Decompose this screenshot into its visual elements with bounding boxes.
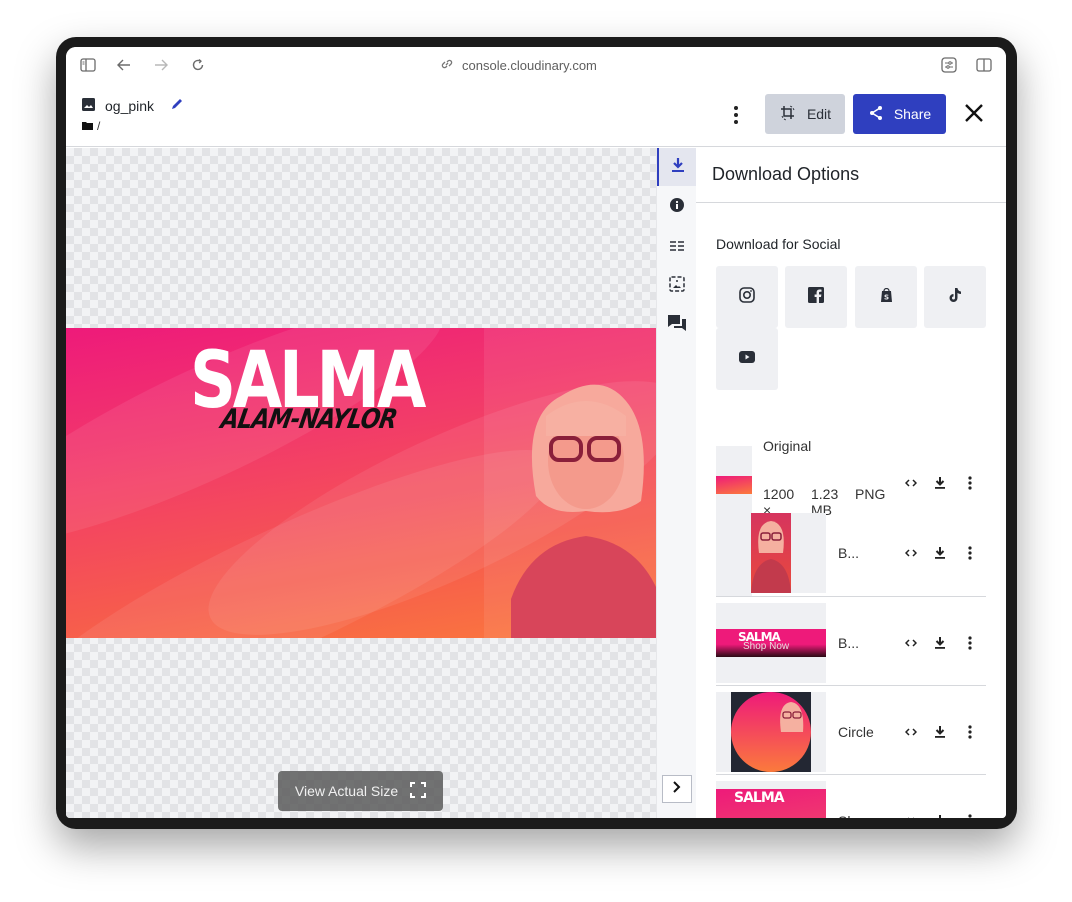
preset-label: B... xyxy=(838,635,860,651)
split-view-icon[interactable] xyxy=(974,55,994,75)
address-bar[interactable]: console.cloudinary.com xyxy=(440,56,597,74)
social-section-label: Download for Social xyxy=(716,236,841,252)
asset-name: og_pink xyxy=(105,97,155,114)
download-icon xyxy=(671,157,685,178)
youtube-icon xyxy=(739,350,755,368)
rename-pencil-icon[interactable] xyxy=(170,97,184,114)
expand-panel-button[interactable] xyxy=(662,775,692,803)
asset-header: og_pink / Edit Share xyxy=(66,83,1006,147)
preset-label: B... xyxy=(838,545,860,561)
rail-item-comments[interactable] xyxy=(657,306,697,344)
info-icon xyxy=(670,197,684,217)
social-instagram-button[interactable] xyxy=(716,266,778,328)
preview-image: SALMA ALAM-NAYLOR xyxy=(66,328,656,638)
svg-text:S: S xyxy=(883,293,888,301)
facebook-icon xyxy=(808,286,824,308)
folder-icon xyxy=(82,119,93,133)
edit-button[interactable]: Edit xyxy=(765,94,845,134)
comments-icon xyxy=(668,314,686,336)
side-rail xyxy=(656,148,697,818)
divider xyxy=(716,774,986,775)
row-more-icon[interactable] xyxy=(961,812,979,818)
share-icon xyxy=(868,105,884,124)
view-actual-size-label: View Actual Size xyxy=(294,783,399,799)
preset-thumbnail[interactable]: SALMA Shop Now xyxy=(716,629,826,657)
divider xyxy=(716,685,986,686)
download-options-panel: Download Options Download for Social S O… xyxy=(696,148,1006,818)
social-youtube-button[interactable] xyxy=(716,328,778,390)
embed-code-icon[interactable] xyxy=(902,723,920,741)
list-icon xyxy=(670,238,684,256)
fullscreen-icon xyxy=(410,781,427,801)
download-row-preset: B... xyxy=(716,513,986,598)
row-more-icon[interactable] xyxy=(961,723,979,741)
browser-toolbar: console.cloudinary.com xyxy=(66,47,1006,83)
rail-item-info[interactable] xyxy=(657,188,697,226)
back-arrow-icon[interactable] xyxy=(114,55,134,75)
download-row-preset: SALMA Sh... xyxy=(716,781,986,818)
divider xyxy=(696,202,1006,203)
download-icon[interactable] xyxy=(931,634,949,652)
original-label: Original xyxy=(763,438,812,454)
more-options-button[interactable] xyxy=(726,101,746,129)
url-text: console.cloudinary.com xyxy=(462,57,597,73)
chevron-right-icon xyxy=(673,780,681,798)
reload-icon[interactable] xyxy=(188,55,208,75)
row-more-icon[interactable] xyxy=(961,634,979,652)
view-actual-size-button[interactable]: View Actual Size xyxy=(278,771,443,811)
embed-code-icon[interactable] xyxy=(902,544,920,562)
folder-breadcrumb[interactable]: / xyxy=(82,119,100,133)
extension-settings-icon[interactable] xyxy=(939,55,959,75)
preset-thumbnail[interactable] xyxy=(751,513,791,593)
download-icon[interactable] xyxy=(931,474,949,492)
rail-item-download[interactable] xyxy=(657,148,697,186)
panel-title: Download Options xyxy=(712,164,860,184)
download-row-preset: SALMA Shop Now B... xyxy=(716,603,986,685)
embed-code-icon[interactable] xyxy=(902,812,920,818)
social-shopify-button[interactable]: S xyxy=(855,266,917,328)
rail-item-image-analysis[interactable] xyxy=(657,267,697,305)
image-preview-canvas: SALMA ALAM-NAYLOR View Actual Size xyxy=(66,148,656,818)
preset-thumbnail[interactable]: SALMA xyxy=(716,789,826,818)
social-tiktok-button[interactable] xyxy=(924,266,986,328)
image-icon xyxy=(82,97,95,114)
sidebar-toggle-icon[interactable] xyxy=(78,55,98,75)
preset-label: Sh... xyxy=(838,813,867,818)
shopify-icon: S xyxy=(880,287,893,307)
share-button[interactable]: Share xyxy=(853,94,946,134)
embed-code-icon[interactable] xyxy=(902,634,920,652)
folder-path: / xyxy=(97,119,101,133)
instagram-icon xyxy=(739,286,755,308)
person-photo xyxy=(511,384,656,638)
preset-thumbnail[interactable] xyxy=(731,692,811,772)
download-icon[interactable] xyxy=(931,544,949,562)
download-icon[interactable] xyxy=(931,812,949,818)
edit-label: Edit xyxy=(806,106,832,122)
embed-code-icon[interactable] xyxy=(902,474,920,492)
image-frame-icon xyxy=(669,275,685,297)
row-more-icon[interactable] xyxy=(961,474,979,492)
original-thumbnail[interactable] xyxy=(716,476,752,494)
preset-label: Circle xyxy=(838,724,874,740)
link-icon xyxy=(440,57,454,74)
original-format: PNG xyxy=(855,486,886,502)
download-row-preset: Circle xyxy=(716,692,986,774)
rail-item-metadata[interactable] xyxy=(657,228,697,266)
forward-arrow-icon[interactable] xyxy=(151,55,171,75)
tiktok-icon xyxy=(948,287,962,308)
asset-name-row: og_pink xyxy=(82,97,184,114)
banner-subtitle: ALAM-NAYLOR xyxy=(218,404,400,435)
row-more-icon[interactable] xyxy=(961,544,979,562)
download-icon[interactable] xyxy=(931,723,949,741)
browser-window: console.cloudinary.com og_pink / Edit Sh… xyxy=(66,47,1006,818)
social-facebook-button[interactable] xyxy=(785,266,847,328)
share-label: Share xyxy=(893,106,932,122)
crop-icon xyxy=(779,104,797,125)
close-icon[interactable] xyxy=(962,101,986,125)
